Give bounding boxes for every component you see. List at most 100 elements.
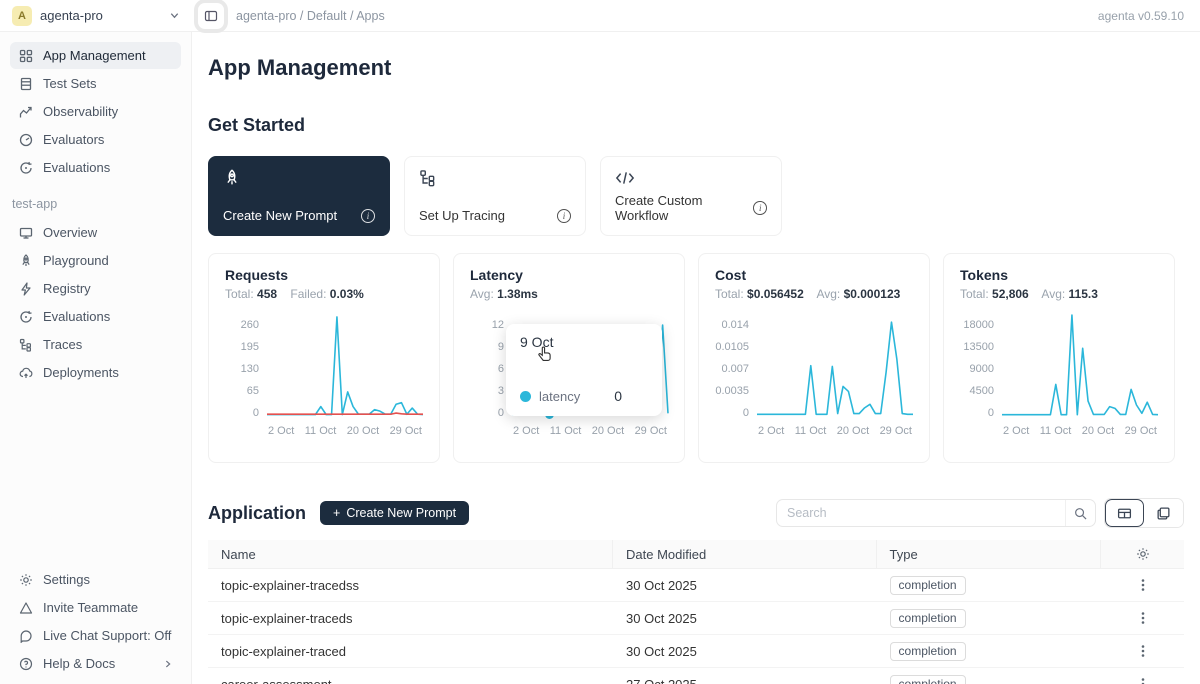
card-label: Set Up Tracing — [419, 208, 505, 223]
card-view-button[interactable] — [1144, 499, 1183, 527]
app-date-modified: 30 Oct 2025 — [613, 644, 877, 659]
sidebar-item-label: Observability — [43, 104, 118, 119]
chevron-right-icon — [163, 659, 173, 669]
page-title: App Management — [208, 55, 1184, 81]
info-icon[interactable]: i — [557, 209, 571, 223]
tree-icon — [419, 169, 437, 187]
tokens-line-chart[interactable] — [1002, 315, 1158, 415]
sidebar-item-label: Overview — [43, 225, 97, 240]
sidebar-item-invite-teammate[interactable]: Invite Teammate — [10, 594, 181, 621]
sidebar-item-evaluators[interactable]: Evaluators — [10, 126, 181, 153]
create-custom-workflow-card[interactable]: Create Custom Workflow i — [600, 156, 782, 236]
tokens-chart-card: Tokens Total: 52,806 Avg: 115.3 18000135… — [943, 253, 1175, 463]
cloud-icon — [18, 365, 33, 380]
sidebar-item-label: Test Sets — [43, 76, 96, 91]
chart-title: Cost — [715, 267, 913, 283]
row-menu-button[interactable] — [1135, 576, 1151, 594]
breadcrumb[interactable]: agenta-pro / Default / Apps — [236, 9, 385, 23]
org-switcher[interactable]: A agenta-pro — [0, 6, 192, 26]
search-box — [776, 499, 1096, 527]
row-menu-button[interactable] — [1135, 609, 1151, 627]
chart-title: Tokens — [960, 267, 1158, 283]
sidebar-item-overview[interactable]: Overview — [10, 219, 181, 246]
app-name: topic-explainer-traceds — [208, 611, 613, 626]
sidebar-item-settings[interactable]: Settings — [10, 566, 181, 593]
sidebar-item-label: Playground — [43, 253, 109, 268]
table-view-button[interactable] — [1105, 499, 1144, 527]
sidebar: App Management Test Sets Observability E… — [0, 32, 192, 684]
sidebar-item-help-docs[interactable]: Help & Docs — [10, 650, 181, 677]
chart-tooltip: 9 Oct latency 0 — [506, 324, 662, 416]
series-dot — [520, 391, 531, 402]
sidebar-item-test-sets[interactable]: Test Sets — [10, 70, 181, 97]
sidebar-item-app-evaluations[interactable]: Evaluations — [10, 303, 181, 330]
info-icon[interactable]: i — [753, 201, 767, 215]
table-settings-button[interactable] — [1136, 547, 1150, 561]
tooltip-series-label: latency — [539, 389, 580, 404]
type-badge: completion — [890, 642, 966, 661]
x-axis-ticks: 2 Oct11 Oct20 Oct29 Oct — [1002, 415, 1158, 437]
bolt-icon — [18, 281, 33, 296]
x-axis-ticks: 2 Oct11 Oct20 Oct29 Oct — [757, 415, 913, 437]
sidebar-item-label: Settings — [43, 572, 90, 587]
sidebar-item-registry[interactable]: Registry — [10, 275, 181, 302]
type-badge: completion — [890, 609, 966, 628]
search-input[interactable] — [777, 506, 1065, 520]
card-view-icon — [1156, 506, 1171, 521]
create-new-prompt-button[interactable]: + Create New Prompt — [320, 501, 469, 525]
requests-chart-card: Requests Total: 458 Failed: 0.03% 260195… — [208, 253, 440, 463]
tooltip-value: 0 — [614, 388, 622, 404]
sidebar-item-label: App Management — [43, 48, 146, 63]
column-header-name[interactable]: Name — [208, 540, 613, 568]
requests-line-chart[interactable] — [267, 315, 423, 415]
chart-stats: Total: 52,806 Avg: 115.3 — [960, 287, 1158, 301]
sidebar-item-live-chat-support[interactable]: Live Chat Support: Off — [10, 622, 181, 649]
chat-icon — [18, 628, 33, 643]
app-name: topic-explainer-traced — [208, 644, 613, 659]
table-view-icon — [1117, 506, 1132, 521]
app-date-modified: 30 Oct 2025 — [613, 611, 877, 626]
create-new-prompt-card[interactable]: Create New Prompt i — [208, 156, 390, 236]
set-up-tracing-card[interactable]: Set Up Tracing i — [404, 156, 586, 236]
application-title: Application — [208, 503, 306, 524]
observability-icon — [18, 104, 33, 119]
app-version: agenta v0.59.10 — [1098, 9, 1184, 23]
search-icon[interactable] — [1065, 500, 1095, 526]
app-name: topic-explainer-tracedss — [208, 578, 613, 593]
sidebar-item-evaluations[interactable]: Evaluations — [10, 154, 181, 181]
main-content: App Management Get Started Create New Pr… — [192, 32, 1200, 684]
sidebar-item-label: Deployments — [43, 365, 119, 380]
sidebar-item-app-management[interactable]: App Management — [10, 42, 181, 69]
sidebar-collapse-button[interactable] — [198, 3, 224, 29]
metrics-cards: Requests Total: 458 Failed: 0.03% 260195… — [208, 253, 1184, 463]
plus-icon: + — [333, 506, 340, 520]
column-header-date-modified[interactable]: Date Modified — [613, 540, 877, 568]
row-menu-button[interactable] — [1135, 642, 1151, 660]
mouse-cursor-icon — [536, 346, 552, 368]
table-header-row: Name Date Modified Type — [208, 540, 1184, 569]
application-header: Application + Create New Prompt — [208, 498, 1184, 528]
get-started-cards: Create New Prompt i Set Up Tracing i Cre… — [208, 156, 1184, 236]
monitor-icon — [18, 225, 33, 240]
latency-chart-card: Latency Avg: 1.38ms 129630 2 Oct11 — [453, 253, 685, 463]
sidebar-item-label: Evaluators — [43, 132, 104, 147]
sidebar-item-observability[interactable]: Observability — [10, 98, 181, 125]
sidebar-item-traces[interactable]: Traces — [10, 331, 181, 358]
table-row[interactable]: topic-explainer-tracedss 30 Oct 2025 com… — [208, 569, 1184, 602]
column-header-type[interactable]: Type — [877, 540, 1101, 568]
table-row[interactable]: topic-explainer-traceds 30 Oct 2025 comp… — [208, 602, 1184, 635]
table-row[interactable]: topic-explainer-traced 30 Oct 2025 compl… — [208, 635, 1184, 668]
sidebar-item-playground[interactable]: Playground — [10, 247, 181, 274]
triangle-icon — [18, 600, 33, 615]
gear-icon — [1136, 547, 1150, 561]
table-row[interactable]: career-assessment 27 Oct 2025 completion — [208, 668, 1184, 684]
gear-icon — [18, 572, 33, 587]
sidebar-item-deployments[interactable]: Deployments — [10, 359, 181, 386]
cost-line-chart[interactable] — [757, 315, 913, 415]
code-icon — [615, 169, 633, 187]
chart-stats: Total: 458 Failed: 0.03% — [225, 287, 423, 301]
card-label: Create New Prompt — [223, 208, 337, 223]
info-icon[interactable]: i — [361, 209, 375, 223]
row-menu-button[interactable] — [1135, 675, 1151, 684]
applications-table: Name Date Modified Type topic-explainer-… — [208, 540, 1184, 684]
